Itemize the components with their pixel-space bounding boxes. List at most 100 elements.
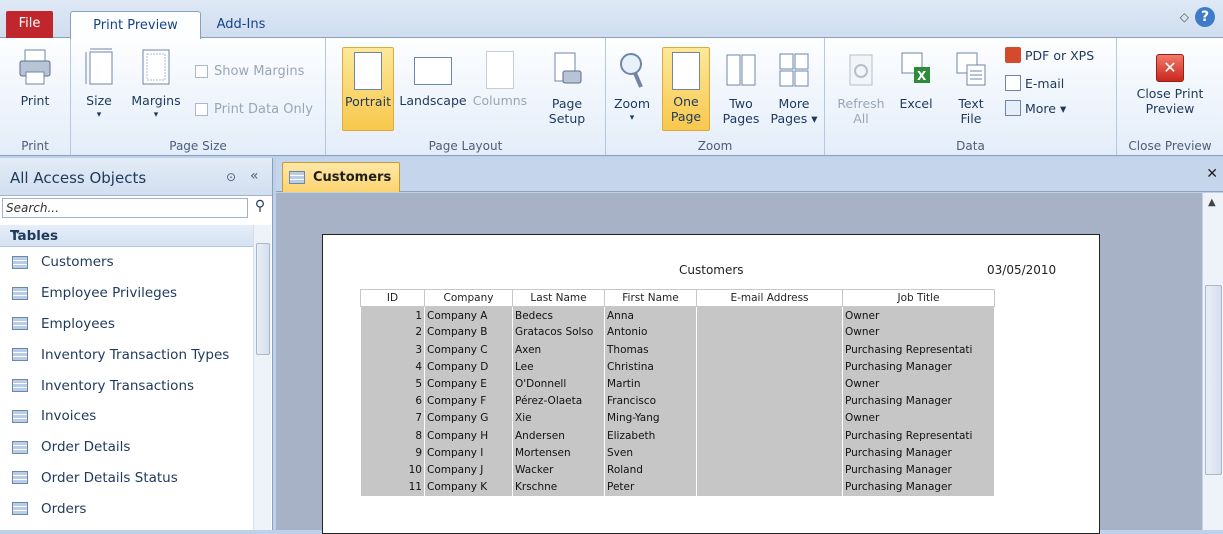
nav-item[interactable]: Employees xyxy=(0,309,253,340)
table-cell: Company H xyxy=(424,427,513,445)
nav-item[interactable]: Order Details xyxy=(0,432,253,463)
landscape-button[interactable]: Landscape xyxy=(396,51,470,108)
two-pages-button[interactable]: Two Pages xyxy=(718,51,764,126)
more-pages-button[interactable]: More Pages ▾ xyxy=(766,51,822,126)
table-cell: Roland xyxy=(604,461,697,479)
column-header: First Name xyxy=(604,288,697,308)
column-header: Job Title xyxy=(842,288,995,308)
nav-item[interactable]: Customers xyxy=(0,247,253,278)
excel-export-button[interactable]: X Excel xyxy=(893,51,939,111)
minimize-ribbon-icon[interactable]: ◇ xyxy=(1180,10,1189,24)
tab-add-ins[interactable]: Add-Ins xyxy=(206,11,276,39)
table-cell: Owner xyxy=(842,306,995,324)
table-cell: 1 xyxy=(360,306,425,324)
nav-item[interactable]: Inventory Transaction Types xyxy=(0,339,253,370)
nav-title: All Access Objects xyxy=(10,169,147,187)
table-cell xyxy=(696,478,843,496)
table-cell: Owner xyxy=(842,375,995,393)
nav-search-input[interactable]: Search... xyxy=(2,198,248,218)
text-file-export-button[interactable]: Text File xyxy=(949,51,993,126)
table-row: 8 Company H Andersen Elizabeth Purchasing Re… xyxy=(360,427,995,445)
nav-item[interactable]: Orders xyxy=(0,493,253,524)
table-cell xyxy=(696,392,843,410)
close-print-preview-button[interactable]: ✕ Close Print Preview xyxy=(1121,54,1219,116)
nav-header[interactable]: All Access Objects ⊙ « xyxy=(0,158,272,196)
table-row: 7 Company G Xie Ming-Yang Owner xyxy=(360,409,995,427)
excel-icon: X xyxy=(901,52,930,83)
columns-button[interactable]: Columns xyxy=(470,51,530,108)
table-cell: Martin xyxy=(604,375,697,393)
table-cell: 5 xyxy=(360,375,425,393)
group-data: Refresh All X Excel Text File PDF or XPS E… xyxy=(825,38,1117,155)
preview-scrollbar-thumb[interactable] xyxy=(1205,285,1222,475)
table-cell: Axen xyxy=(512,341,605,359)
portrait-button[interactable]: Portrait xyxy=(342,47,394,131)
margins-button[interactable]: Margins ▾ xyxy=(127,48,185,123)
email-button[interactable]: E-mail xyxy=(1005,75,1064,91)
close-document-icon[interactable]: ✕ xyxy=(1206,166,1218,182)
table-row: 9 Company I Mortensen Sven Purchasing Manage… xyxy=(360,444,995,462)
table-cell: 9 xyxy=(360,444,425,462)
nav-group-tables[interactable]: Tables ⌃ xyxy=(0,225,253,247)
two-pages-icon xyxy=(726,54,756,86)
table-icon xyxy=(12,317,28,331)
tab-print-preview[interactable]: Print Preview xyxy=(70,11,201,39)
printer-icon xyxy=(19,49,51,85)
column-header: E-mail Address xyxy=(696,288,843,308)
table-icon xyxy=(12,286,28,300)
one-page-button[interactable]: One Page xyxy=(662,47,710,131)
margins-icon xyxy=(142,49,170,85)
scroll-up-icon[interactable]: ▲ xyxy=(1208,197,1216,208)
access-window: File Print Preview Add-Ins ◇ ? Print Pri… xyxy=(0,0,1223,534)
nav-item[interactable]: Invoices xyxy=(0,401,253,432)
group-label-page-size: Page Size xyxy=(169,139,227,153)
document-tab-label: Customers xyxy=(313,170,392,185)
table-cell: Anna xyxy=(604,306,697,324)
table-cell: Bedecs xyxy=(512,306,605,324)
size-button[interactable]: Size ▾ xyxy=(79,48,119,123)
table-cell: Lee xyxy=(512,358,605,376)
tab-file[interactable]: File xyxy=(6,11,53,38)
text-file-icon xyxy=(956,52,986,86)
nav-menu-dropdown-icon[interactable]: ⊙ xyxy=(226,170,236,184)
nav-item[interactable]: Employee Privileges xyxy=(0,278,253,309)
close-red-icon: ✕ xyxy=(1156,54,1184,82)
table-cell xyxy=(696,375,843,393)
table-icon xyxy=(12,379,28,393)
nav-scrollbar[interactable] xyxy=(253,225,271,530)
print-data-only-checkbox[interactable]: Print Data Only xyxy=(195,102,313,117)
show-margins-checkbox[interactable]: Show Margins xyxy=(195,64,304,79)
table-icon xyxy=(12,409,28,423)
table-row: 10 Company J Wacker Roland Purchasing Manage… xyxy=(360,461,995,479)
report-page: Customers 03/05/2010 ID Company Last Name F… xyxy=(322,234,1100,534)
nav-item[interactable]: Inventory Transactions xyxy=(0,370,253,401)
group-label-close-preview: Close Preview xyxy=(1128,139,1212,153)
more-export-button[interactable]: More ▾ xyxy=(1005,100,1066,116)
nav-item-label: Inventory Transaction Types xyxy=(41,346,230,363)
nav-scrollbar-thumb[interactable] xyxy=(256,243,270,355)
group-page-layout: Portrait Landscape Columns Page Setup Pag… xyxy=(326,38,606,155)
more-export-icon xyxy=(1005,100,1021,116)
nav-item[interactable]: Order Details Status xyxy=(0,463,253,494)
preview-scrollbar[interactable]: ▲ xyxy=(1202,193,1223,530)
collapse-group-icon[interactable]: ⌃ xyxy=(10,228,245,244)
document-tab-customers[interactable]: Customers xyxy=(282,162,400,192)
help-icon[interactable]: ? xyxy=(1195,7,1215,27)
one-page-icon xyxy=(672,52,700,90)
pdf-xps-button[interactable]: PDF or XPS xyxy=(1005,47,1094,63)
print-button[interactable]: Print xyxy=(6,48,64,108)
zoom-button[interactable]: Zoom ▾ xyxy=(610,51,654,126)
navigation-pane: All Access Objects ⊙ « Search... ⚲ Table… xyxy=(0,158,273,530)
search-icon[interactable]: ⚲ xyxy=(250,198,270,218)
refresh-all-button[interactable]: Refresh All xyxy=(835,51,887,126)
columns-icon xyxy=(486,51,514,89)
portrait-page-icon xyxy=(354,52,382,90)
group-label-print: Print xyxy=(21,139,49,153)
page-setup-button[interactable]: Page Setup xyxy=(536,51,598,126)
table-cell: Thomas xyxy=(604,341,697,359)
table-cell: Sven xyxy=(604,444,697,462)
table-cell xyxy=(696,323,843,342)
nav-list: Customers Employee Privileges Employees Inv… xyxy=(0,247,253,524)
document-tab-bar: Customers ✕ xyxy=(276,158,1223,192)
collapse-pane-icon[interactable]: « xyxy=(250,168,259,184)
